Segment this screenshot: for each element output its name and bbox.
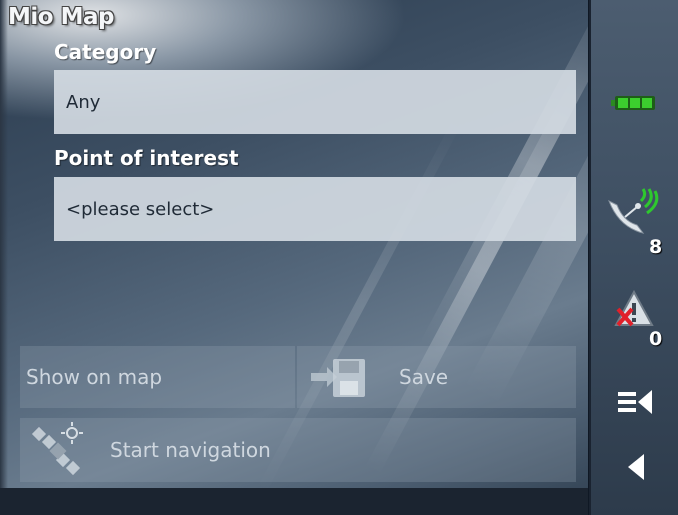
poi-field[interactable]: <please select> (54, 177, 576, 241)
start-navigation-button[interactable]: Start navigation (20, 418, 576, 482)
category-label: Category (54, 40, 157, 64)
save-icon (307, 353, 371, 401)
app-title: Mio Map (8, 4, 114, 30)
warning-count: 0 (649, 328, 663, 350)
frame-edge (0, 0, 8, 515)
gps-signal-icon[interactable] (601, 186, 661, 242)
show-on-map-button[interactable]: Show on map (20, 346, 295, 408)
battery-full-icon (605, 86, 663, 120)
main-panel: Mio Map Category Any Point of interest <… (0, 0, 588, 515)
warning-icon[interactable] (611, 286, 657, 332)
category-field[interactable]: Any (54, 70, 576, 134)
status-sidebar: 8 0 (589, 0, 678, 515)
poi-label: Point of interest (54, 146, 239, 170)
save-button[interactable]: Save (297, 346, 576, 408)
start-navigation-label: Start navigation (110, 438, 271, 462)
menu-back-icon[interactable] (613, 382, 657, 422)
category-value: Any (66, 91, 101, 113)
satellite-icon (28, 421, 92, 479)
save-label: Save (399, 365, 449, 389)
back-arrow-icon[interactable] (619, 446, 653, 488)
poi-value: <please select> (66, 198, 215, 220)
show-on-map-label: Show on map (26, 365, 163, 389)
gps-satellite-count: 8 (649, 236, 663, 258)
frame-bottom (0, 488, 588, 515)
